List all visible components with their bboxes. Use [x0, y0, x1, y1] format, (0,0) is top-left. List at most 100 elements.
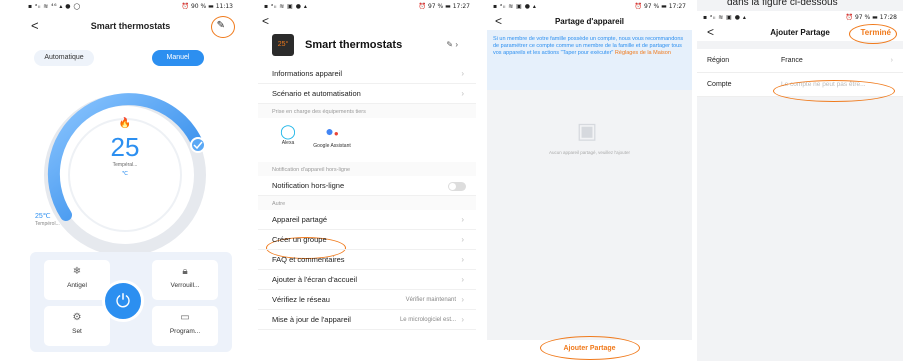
status-right: ⏰ 90 % ▬ 11:13	[181, 2, 233, 10]
monitor-icon: ▭	[180, 312, 190, 323]
chevron-right-icon: ›	[461, 215, 464, 224]
page-title: Smart thermostats	[90, 21, 171, 31]
status-bar: ▪ ᵃₗₗ ≋ ▣ ● ▴ ⏰ 97 % ▬ 17:28	[697, 11, 903, 23]
set-label: Set	[72, 328, 82, 335]
row-firmware-update[interactable]: Mise à jour de l'appareil Le micrologici…	[258, 310, 476, 330]
add-share-screen: dans la figure ci-dessous ▪ ᵃₗₗ ≋ ▣ ● ▴ …	[697, 0, 903, 361]
row-label: Appareil partagé	[272, 215, 328, 224]
power-icon: ⏻	[115, 291, 131, 311]
row-create-group[interactable]: Créer un groupe ›	[258, 230, 476, 250]
program-button[interactable]: ▭ Program...	[152, 306, 218, 346]
chevron-right-icon: ›	[461, 235, 464, 244]
alexa-label: Alexa	[281, 140, 295, 146]
third-party-row: ◯ Alexa ●● Google Assistant	[258, 118, 476, 162]
row-scenario[interactable]: Scénario et automatisation ›	[258, 84, 476, 104]
row-offline-notification: Notification hors-ligne	[258, 176, 476, 196]
status-bar: ▪ ᵃₗₗ ≋ ⁴⁶ ▴ ● ◯ ⏰ 90 % ▬ 11:13	[22, 0, 239, 12]
row-check-network[interactable]: Vérifiez le réseau Vérifier maintenant ›	[258, 290, 476, 310]
alexa-item[interactable]: ◯ Alexa	[268, 122, 308, 146]
row-label: Notification hors-ligne	[272, 181, 345, 190]
lock-label: Verrouill...	[170, 282, 200, 289]
lock-icon: 🔒︎	[182, 266, 188, 277]
chevron-right-icon: ›	[461, 315, 464, 324]
network-value: Vérifier maintenant	[405, 297, 456, 303]
chevron-right-icon: ›	[890, 57, 893, 64]
home-settings-link[interactable]: Réglages de la Maison	[615, 50, 671, 56]
row-label: Créer un groupe	[272, 235, 327, 244]
highlight-circle	[211, 16, 235, 38]
device-header: 25° Smart thermostats ✎ ›	[258, 30, 476, 64]
region-row[interactable]: Région France ›	[697, 49, 903, 73]
chevron-right-icon: ›	[461, 295, 464, 304]
section-third-party: Prise en charge des équipements tiers	[258, 104, 476, 118]
control-panel: ❄ Antigel 🔒︎ Verrouill... ⚙ Set ▭ Progra…	[30, 252, 232, 352]
row-label: Ajouter à l'écran d'accueil	[272, 275, 357, 284]
pencil-icon[interactable]: ✎ ›	[446, 40, 458, 49]
row-label: Informations appareil	[272, 69, 343, 78]
power-button[interactable]: ⏻	[102, 280, 144, 322]
google-assistant-icon: ●●	[325, 123, 339, 139]
empty-text: Aucun appareil partagé, veuillez l'ajout…	[549, 150, 630, 155]
snowflake-icon: ❄	[72, 266, 82, 277]
page: ▪ ᵃₗₗ ≋ ⁴⁶ ▴ ● ◯ ⏰ 90 % ▬ 11:13 < Smart …	[0, 0, 903, 361]
row-label: FAQ et commentaires	[272, 255, 345, 264]
google-label: Google Assistant	[313, 143, 351, 149]
antigel-label: Antigel	[67, 282, 87, 289]
row-label: Vérifiez le réseau	[272, 295, 330, 304]
program-label: Program...	[169, 328, 201, 335]
thermostat-screen: ▪ ᵃₗₗ ≋ ⁴⁶ ▴ ● ◯ ⏰ 90 % ▬ 11:13 < Smart …	[22, 0, 239, 361]
header: < Partage d'appareil	[487, 12, 692, 30]
alexa-icon: ◯	[280, 123, 296, 139]
highlight-circle	[540, 336, 640, 360]
header: < Smart thermostats ✎	[22, 12, 239, 40]
set-button[interactable]: ⚙ Set	[44, 306, 110, 346]
google-item[interactable]: ●● Google Assistant	[312, 122, 352, 149]
thermostat-device-icon: 25°	[272, 34, 294, 56]
status-left: ▪ ᵃₗₗ ≋ ⁴⁶ ▴ ● ◯	[28, 2, 81, 10]
flame-icon: 🔥	[118, 118, 132, 129]
status-left: ▪ ᵃₗₗ ≋ ▣ ● ▴	[493, 2, 537, 10]
status-left: ▪ ᵃₗₗ ≋ ▣ ● ▴	[264, 2, 308, 10]
lock-button[interactable]: 🔒︎ Verrouill...	[152, 260, 218, 300]
row-faq[interactable]: FAQ et commentaires ›	[258, 250, 476, 270]
temperature-dial[interactable]: 🔥 25 Tempéral... ℃	[40, 90, 210, 260]
setpoint-unit: ℃	[121, 171, 129, 177]
gear-icon: ⚙	[72, 312, 82, 323]
region-label: Région	[707, 57, 730, 64]
status-right: ⏰ 97 % ▬ 17:28	[845, 13, 897, 21]
chevron-right-icon: ›	[461, 89, 464, 98]
row-label: Mise à jour de l'appareil	[272, 315, 351, 324]
antigel-button[interactable]: ❄ Antigel	[44, 260, 110, 300]
mode-manual-button[interactable]: Manuel	[152, 50, 204, 66]
device-sharing-screen: ▪ ᵃₗₗ ≋ ▣ ● ▴ ⏰ 97 % ▬ 17:27 < Partage d…	[487, 0, 692, 361]
highlight-circle	[849, 24, 897, 44]
row-device-info[interactable]: Informations appareil ›	[258, 64, 476, 84]
setpoint-value: 25	[110, 132, 140, 162]
region-value: France	[781, 57, 803, 64]
chevron-right-icon: ›	[461, 275, 464, 284]
section-other: Autre	[258, 196, 476, 210]
status-right: ⏰ 97 % ▬ 17:27	[634, 2, 686, 10]
caption-fragment: dans la figure ci-dessous	[727, 0, 838, 8]
current-temp: 25℃	[35, 213, 51, 220]
section-notification: Notification d'appareil hors-ligne	[258, 162, 476, 176]
empty-box-icon: ▣	[576, 118, 598, 143]
setpoint-label: Tempéral...	[112, 162, 138, 168]
row-add-home[interactable]: Ajouter à l'écran d'accueil ›	[258, 270, 476, 290]
device-settings-screen: ▪ ᵃₗₗ ≋ ▣ ● ▴ ⏰ 97 % ▬ 17:27 < 25° Smart…	[258, 0, 476, 361]
offline-notification-toggle[interactable]	[448, 182, 466, 191]
chevron-right-icon: ›	[461, 255, 464, 264]
back-icon[interactable]: <	[262, 14, 269, 28]
account-label: Compte	[707, 81, 732, 88]
highlight-circle	[773, 80, 895, 102]
status-right: ⏰ 97 % ▬ 17:27	[418, 2, 470, 10]
current-temp-label: Tempérol...	[35, 221, 60, 227]
row-label: Scénario et automatisation	[272, 89, 361, 98]
row-shared-device[interactable]: Appareil partagé ›	[258, 210, 476, 230]
chevron-right-icon: ›	[461, 69, 464, 78]
status-bar: ▪ ᵃₗₗ ≋ ▣ ● ▴ ⏰ 97 % ▬ 17:27	[487, 0, 692, 12]
sharing-info: Si un membre de votre famille possède un…	[487, 30, 692, 90]
page-title: Partage d'appareil	[554, 17, 625, 26]
device-name: Smart thermostats	[305, 39, 403, 51]
mode-auto-button[interactable]: Automatique	[34, 50, 94, 66]
